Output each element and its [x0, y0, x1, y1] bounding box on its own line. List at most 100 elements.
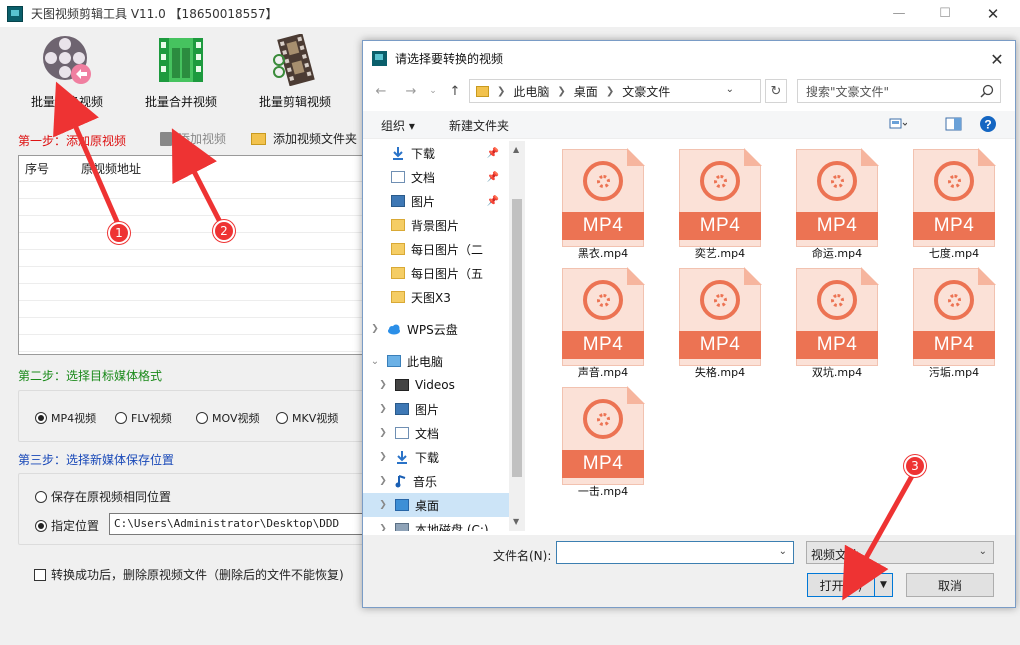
table-row	[19, 250, 367, 267]
format-mp4-radio[interactable]: MP4视频	[35, 410, 96, 426]
nav-item-label: 图片	[411, 194, 436, 209]
new-folder-button[interactable]: 新建文件夹	[449, 117, 509, 134]
breadcrumb-chevron-icon: ❯	[557, 85, 566, 97]
file-type-select[interactable]: 视频文件 ⌄	[806, 541, 994, 564]
nav-scrollbar[interactable]: ▲ ▼	[509, 141, 525, 531]
nav-item-videos[interactable]: ❯ Videos	[377, 373, 509, 397]
nav-item-music[interactable]: ❯ 音乐	[377, 469, 509, 493]
filename-input[interactable]: ⌄	[556, 541, 794, 564]
scroll-up-icon[interactable]: ▲	[513, 145, 519, 154]
nav-item-pictures[interactable]: 图片 📌	[391, 189, 509, 213]
scroll-down-icon[interactable]: ▼	[513, 517, 519, 526]
expand-chevron-icon[interactable]: ❯	[377, 452, 389, 462]
add-folder-button[interactable]: 添加视频文件夹	[251, 130, 357, 147]
collapse-chevron-icon[interactable]: ⌄	[369, 356, 381, 367]
refresh-icon[interactable]: ↻	[765, 79, 787, 103]
back-arrow-icon[interactable]: ←	[371, 81, 391, 101]
nav-item-folder[interactable]: 背景图片	[391, 213, 509, 237]
batch-convert-button[interactable]: 批量转换视频	[12, 34, 122, 114]
view-options-icon[interactable]	[889, 116, 907, 132]
file-item[interactable]: MP4 黑衣.mp4	[553, 148, 653, 267]
nav-item-documents[interactable]: 文档 📌	[391, 165, 509, 189]
close-icon[interactable]: ✕	[970, 0, 1016, 27]
search-icon[interactable]	[980, 84, 994, 98]
open-button-label: 打开(O)	[819, 578, 863, 593]
file-item[interactable]: MP4 失格.mp4	[670, 267, 770, 386]
nav-item-label: 本地磁盘 (C:)	[415, 522, 489, 532]
expand-chevron-icon[interactable]: ❯	[377, 524, 389, 531]
nav-item-documents[interactable]: ❯ 文档	[377, 421, 509, 445]
nav-item-folder[interactable]: 每日图片（二	[391, 237, 509, 261]
file-type-badge: MP4	[679, 212, 761, 240]
expand-chevron-icon[interactable]: ❯	[377, 500, 389, 510]
open-dropdown-icon[interactable]: ▼	[874, 574, 892, 596]
navigation-pane[interactable]: 下载 📌 文档 📌 图片 📌 背景图片 每日图片（二 每日图片（五 天图X3 ❯…	[363, 141, 525, 531]
address-dropdown-icon[interactable]: ⌄	[726, 84, 734, 95]
expand-chevron-icon[interactable]: ❯	[377, 476, 389, 486]
nav-item-downloads[interactable]: 下载 📌	[391, 141, 509, 165]
file-item[interactable]: MP4 七度.mp4	[904, 148, 1004, 267]
mp4-file-icon: MP4	[562, 386, 645, 485]
folder-icon	[391, 243, 405, 255]
file-item[interactable]: MP4 一击.mp4	[553, 386, 653, 505]
maximize-icon[interactable]: ☐	[922, 0, 968, 27]
file-item[interactable]: MP4 奕艺.mp4	[670, 148, 770, 267]
radio-empty-icon	[196, 412, 208, 424]
address-bar[interactable]: ❯ 此电脑 ❯ 桌面 ❯ 文豪文件 ⌄	[469, 79, 761, 103]
nav-item-downloads[interactable]: ❯ 下载	[377, 445, 509, 469]
file-item[interactable]: MP4 污垢.mp4	[904, 267, 1004, 386]
filename-dropdown-icon[interactable]: ⌄	[779, 546, 787, 557]
nav-item-this-pc[interactable]: ⌄ 此电脑	[369, 349, 509, 373]
up-arrow-icon[interactable]: ↑	[445, 81, 465, 101]
dialog-close-icon[interactable]: ✕	[987, 49, 1007, 69]
save-custom-radio[interactable]: 指定位置	[35, 517, 99, 534]
breadcrumb-current-folder[interactable]: 文豪文件	[622, 83, 670, 100]
forward-arrow-icon[interactable]: →	[401, 81, 421, 101]
breadcrumb-desktop[interactable]: 桌面	[574, 83, 598, 100]
video-list-table[interactable]: 序号 原视频地址	[18, 155, 368, 355]
help-icon[interactable]: ?	[979, 115, 997, 133]
recent-dropdown-icon[interactable]: ⌄	[423, 81, 443, 101]
organize-button[interactable]: 组织 ▾	[381, 117, 415, 134]
breadcrumb-this-pc[interactable]: 此电脑	[513, 83, 549, 100]
nav-item-wps-cloud[interactable]: ❯ WPS云盘	[369, 317, 509, 341]
nav-item-folder[interactable]: 天图X3	[391, 285, 509, 309]
annotation-marker-2: 2	[213, 220, 235, 242]
format-flv-radio[interactable]: FLV视频	[115, 410, 172, 426]
cancel-button[interactable]: 取消	[906, 573, 994, 597]
search-input[interactable]: 搜索"文豪文件"	[797, 79, 1001, 103]
mp4-file-icon: MP4	[679, 267, 762, 366]
open-button[interactable]: 打开(O) ▼	[807, 573, 893, 597]
expand-chevron-icon[interactable]: ❯	[369, 324, 381, 334]
table-row	[19, 233, 367, 250]
file-name: 双坑.mp4	[811, 366, 863, 379]
expand-chevron-icon[interactable]: ❯	[377, 380, 389, 390]
expand-chevron-icon[interactable]: ❯	[377, 404, 389, 414]
file-list-pane[interactable]: MP4 黑衣.mp4 MP4 奕艺.mp4 MP4 命运.mp4 MP4 七度.mp4 MP4 声…	[528, 141, 1015, 531]
format-mkv-radio[interactable]: MKV视频	[276, 410, 338, 426]
delete-original-checkbox[interactable]: 转换成功后，删除原视频文件（删除后的文件不能恢复)	[34, 566, 344, 583]
table-row	[19, 335, 367, 352]
format-mov-radio[interactable]: MOV视频	[196, 410, 259, 426]
preview-pane-icon[interactable]	[945, 116, 963, 132]
pin-icon: 📌	[486, 147, 499, 159]
file-item[interactable]: MP4 双坑.mp4	[787, 267, 887, 386]
film-strip-icon	[155, 34, 207, 86]
save-same-radio[interactable]: 保存在原视频相同位置	[35, 488, 171, 505]
file-item[interactable]: MP4 命运.mp4	[787, 148, 887, 267]
nav-item-desktop[interactable]: ❯ 桌面	[363, 493, 509, 517]
annotation-marker-3: 3	[904, 455, 926, 477]
batch-edit-button[interactable]: 批量剪辑视频	[240, 33, 350, 114]
batch-merge-button[interactable]: 批量合并视频	[126, 34, 236, 114]
minimize-icon[interactable]: —	[876, 0, 922, 27]
nav-scrollbar-thumb[interactable]	[512, 199, 522, 477]
file-type-dropdown-icon[interactable]: ⌄	[979, 546, 987, 557]
nav-item-pictures[interactable]: ❯ 图片	[377, 397, 509, 421]
add-video-button[interactable]: 添加视频	[160, 130, 226, 147]
save-path-input[interactable]: C:\Users\Administrator\Desktop\DDD	[109, 513, 364, 535]
nav-item-folder[interactable]: 每日图片（五	[391, 261, 509, 285]
nav-item-local-disk[interactable]: ❯ 本地磁盘 (C:)	[377, 517, 509, 531]
folder-icon	[391, 219, 405, 231]
expand-chevron-icon[interactable]: ❯	[377, 428, 389, 438]
file-item[interactable]: MP4 声音.mp4	[553, 267, 653, 386]
